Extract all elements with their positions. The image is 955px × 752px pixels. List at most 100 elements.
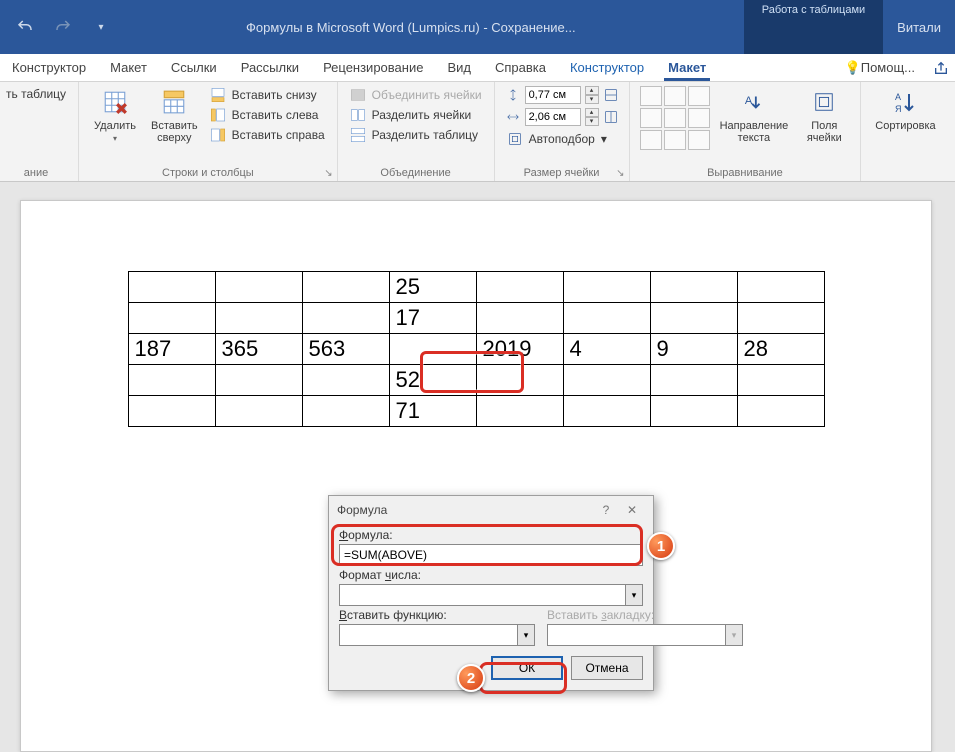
tab-rassylki[interactable]: Рассылки [229,54,311,81]
align-bl[interactable] [640,130,662,150]
tab-retsenz[interactable]: Рецензирование [311,54,435,81]
align-tl[interactable] [640,86,662,106]
distribute-cols-icon[interactable] [603,109,619,125]
col-width[interactable]: ▴▾ [505,108,619,126]
cell-highlight [420,351,524,393]
titlebar: ▾ Формулы в Microsoft Word (Lumpics.ru) … [0,0,955,54]
function-input[interactable] [339,624,517,646]
group-rows-cols: Удалить▾ Вставить сверху Вставить снизу … [79,82,338,181]
share-button[interactable] [927,54,955,81]
group-draw: ть таблицу ание [0,82,79,181]
formula-input[interactable] [339,544,643,566]
sort-icon: AЯ [891,88,919,116]
svg-text:A: A [895,92,901,102]
svg-text:A: A [745,95,753,107]
align-mc[interactable] [664,108,686,128]
insert-below-button[interactable]: Вставить снизу [208,86,327,104]
chevron-down-icon[interactable]: ▾ [517,624,535,646]
annotation-badge-2: 2 [457,664,485,692]
autofit-button[interactable]: Автоподбор ▾ [505,130,619,148]
bookmark-label: Вставить закладку: [547,608,743,622]
cell-margins-button[interactable]: Поля ячейки [798,86,850,146]
document-table[interactable]: 25 17 18736556320194928 52 71 [128,271,825,427]
format-combo[interactable]: ▾ [339,584,643,606]
tab-ssylki[interactable]: Ссылки [159,54,229,81]
dialog-titlebar[interactable]: Формула ? ✕ [329,496,653,524]
split-table-button[interactable]: Разделить таблицу [348,126,484,144]
chevron-down-icon: ▾ [725,624,743,646]
help-icon[interactable]: ? [593,503,619,517]
delete-button[interactable]: Удалить▾ [89,86,141,145]
height-up[interactable]: ▴ [585,86,599,95]
alignment-grid[interactable] [640,86,710,150]
tab-help[interactable]: 💡 Помощ... [833,54,927,81]
formula-label: Формула: [339,528,643,542]
tab-table-maket[interactable]: Макет [656,54,718,81]
height-icon [505,87,521,103]
group-merge: Объединить ячейки Разделить ячейки Разде… [338,82,495,181]
function-combo[interactable]: ▾ [339,624,535,646]
height-input[interactable] [525,86,581,104]
ribbon: ть таблицу ание Удалить▾ Вставить сверху… [0,82,955,182]
dialog-title: Формула [337,503,593,517]
tab-konstruktor[interactable]: Конструктор [0,54,98,81]
group-cell-size: ▴▾ ▴▾ Автоподбор ▾ Размер ячейки↘ [495,82,630,181]
quick-access-toolbar: ▾ [0,12,126,42]
size-launcher-icon[interactable]: ↘ [616,168,624,179]
align-br[interactable] [688,130,710,150]
group-data: AЯ Сортировка [861,82,949,181]
table-row: 17 [128,303,824,334]
split-table-icon [350,127,366,143]
close-icon[interactable]: ✕ [619,503,645,517]
align-bc[interactable] [664,130,686,150]
text-direction-button[interactable]: A Направление текста [716,86,793,146]
align-tc[interactable] [664,86,686,106]
undo-icon[interactable] [10,12,40,42]
func-label: Вставить функцию: [339,608,535,622]
tab-maket[interactable]: Макет [98,54,159,81]
sort-button[interactable]: AЯ Сортировка [871,86,939,134]
insert-left-button[interactable]: Вставить слева [208,106,327,124]
cancel-button[interactable]: Отмена [571,656,643,680]
text-direction-icon: A [740,88,768,116]
table-tools-context: Работа с таблицами [744,0,883,54]
insert-left-icon [210,107,226,123]
format-input[interactable] [339,584,625,606]
document-title: Формулы в Microsoft Word (Lumpics.ru) - … [126,20,744,35]
format-label: Формат числа: [339,568,643,582]
formula-dialog: Формула ? ✕ Формула: Формат числа: ▾ Вст… [328,495,654,691]
width-down[interactable]: ▾ [585,117,599,126]
split-cells-button[interactable]: Разделить ячейки [348,106,484,124]
table-row: 71 [128,396,824,427]
row-height[interactable]: ▴▾ [505,86,619,104]
insert-above-button[interactable]: Вставить сверху [147,86,202,146]
cell-margins-icon [810,88,838,116]
svg-text:Я: Я [895,104,902,114]
align-ml[interactable] [640,108,662,128]
delete-icon [101,88,129,116]
ribbon-tabs: Конструктор Макет Ссылки Рассылки Реценз… [0,54,955,82]
insert-below-icon [210,87,226,103]
chevron-down-icon[interactable]: ▾ [625,584,643,606]
width-input[interactable] [525,108,581,126]
height-down[interactable]: ▾ [585,95,599,104]
merge-cells-icon [350,87,366,103]
tab-table-konstruktor[interactable]: Конструктор [558,54,656,81]
qat-customize-icon[interactable]: ▾ [86,12,116,42]
rows-launcher-icon[interactable]: ↘ [324,168,332,179]
user-name: Витали [883,20,955,35]
tab-vid[interactable]: Вид [435,54,483,81]
bookmark-combo: ▾ [547,624,743,646]
width-up[interactable]: ▴ [585,108,599,117]
align-tr[interactable] [688,86,710,106]
distribute-rows-icon[interactable] [603,87,619,103]
redo-icon[interactable] [48,12,78,42]
align-mr[interactable] [688,108,710,128]
ok-button[interactable]: ОК [491,656,563,680]
insert-above-icon [160,88,188,116]
merge-cells-button: Объединить ячейки [348,86,484,104]
tab-spravka[interactable]: Справка [483,54,558,81]
autofit-icon [507,131,523,147]
draw-table-button[interactable]: ть таблицу [4,86,68,102]
insert-right-button[interactable]: Вставить справа [208,126,327,144]
